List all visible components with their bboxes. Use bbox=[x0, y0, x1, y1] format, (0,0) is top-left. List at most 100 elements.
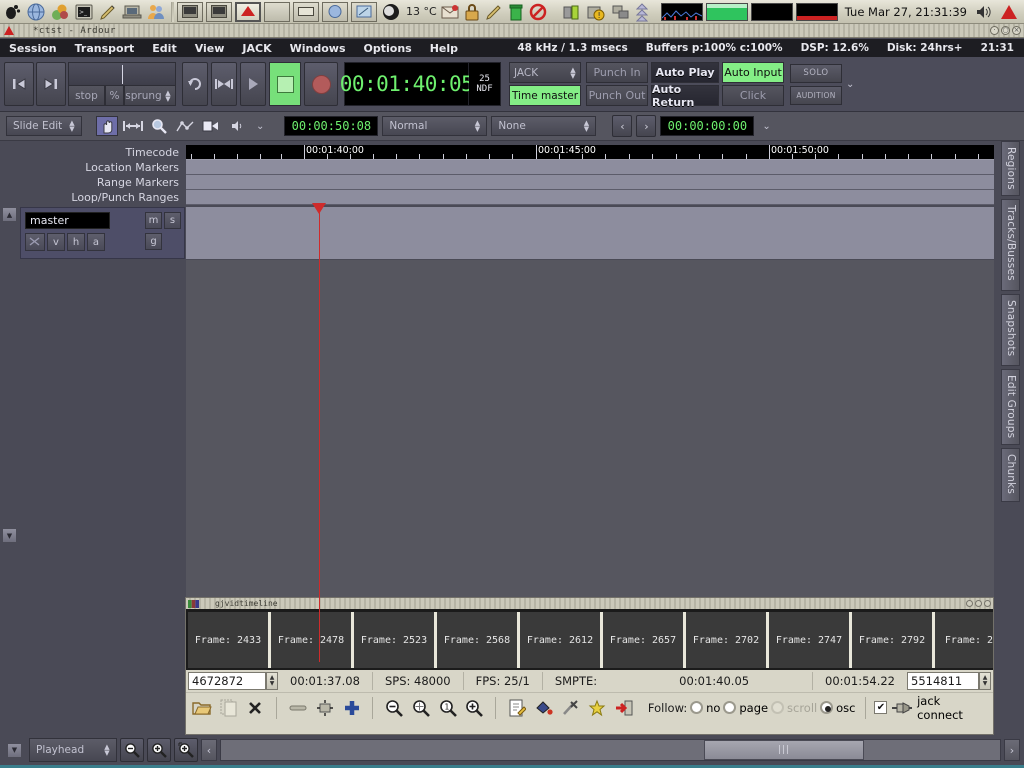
solo-button[interactable]: SOLO bbox=[790, 63, 842, 83]
frame-thumbnail[interactable]: Frame: 2523 bbox=[354, 612, 437, 668]
laptop-icon[interactable] bbox=[122, 2, 144, 22]
timecode-ruler[interactable]: 00:01:40:00 00:01:45:00 00:01:50:00 bbox=[186, 145, 994, 160]
track-group-button[interactable]: g bbox=[145, 233, 162, 250]
play-button[interactable] bbox=[240, 62, 266, 106]
follow-radio-osc[interactable] bbox=[820, 701, 834, 714]
grid-type-spinner[interactable]: ▲ ▼ bbox=[472, 120, 484, 133]
frame-thumbnail[interactable]: Frame: 2612 bbox=[520, 612, 603, 668]
track-header-master[interactable]: master m s v h a g bbox=[20, 207, 185, 259]
track-solo-button[interactable]: s bbox=[164, 212, 181, 229]
auto-play-button[interactable]: Auto Play bbox=[651, 62, 719, 83]
scroll-right-button[interactable]: › bbox=[1004, 739, 1020, 761]
add-icon[interactable] bbox=[340, 696, 364, 720]
delete-icon[interactable] bbox=[243, 696, 267, 720]
follow-option-osc[interactable]: osc bbox=[836, 701, 855, 715]
web-browser-icon[interactable] bbox=[50, 2, 72, 22]
tab-tracks-busses[interactable]: Tracks/Busses bbox=[1001, 199, 1020, 291]
grid-type-selector[interactable]: Normal ▲ ▼ bbox=[382, 116, 488, 136]
track-size-button[interactable] bbox=[25, 233, 45, 251]
foot-logo-icon[interactable] bbox=[2, 2, 24, 22]
loop-punch-ranges-lane[interactable] bbox=[186, 190, 994, 205]
shuttle-units[interactable]: % bbox=[104, 85, 125, 106]
updates-icon[interactable] bbox=[635, 2, 658, 22]
punch-in-button[interactable]: Punch In bbox=[586, 62, 648, 83]
memory-graph[interactable] bbox=[705, 2, 748, 21]
zoom-out-icon[interactable] bbox=[382, 696, 406, 720]
stretch-tool-icon[interactable] bbox=[200, 116, 222, 136]
goto-start-button[interactable] bbox=[4, 62, 34, 106]
lock-icon[interactable] bbox=[462, 2, 484, 22]
click-button[interactable]: Click bbox=[722, 85, 784, 106]
zoom-focus-spinner[interactable]: ▲ ▼ bbox=[102, 744, 114, 757]
tab-chunks[interactable]: Chunks bbox=[1001, 448, 1020, 502]
cpu-graph[interactable] bbox=[660, 2, 703, 21]
network-icon[interactable] bbox=[611, 2, 633, 22]
draw-line-tool-icon[interactable] bbox=[174, 116, 196, 136]
menu-help[interactable]: Help bbox=[421, 42, 467, 55]
tools-icon[interactable] bbox=[559, 696, 583, 720]
zoom-tool-icon[interactable] bbox=[148, 116, 170, 136]
transport-more-chevron-down-icon[interactable]: ⌄ bbox=[842, 79, 858, 90]
sample-position-spinner[interactable]: ▲ ▼ bbox=[266, 672, 278, 690]
ruler-label-range-markers[interactable]: Range Markers bbox=[0, 175, 185, 190]
location-markers-lane[interactable] bbox=[186, 160, 994, 175]
nudge-clock[interactable]: 00:00:00:00 bbox=[660, 116, 755, 136]
window-blank-2[interactable] bbox=[293, 1, 319, 22]
menu-edit[interactable]: Edit bbox=[143, 42, 185, 55]
sync-source-spinner[interactable]: ▲ ▼ bbox=[568, 66, 580, 79]
frame-thumbnail[interactable]: Frame: 2792 bbox=[852, 612, 935, 668]
ruler-label-location-markers[interactable]: Location Markers bbox=[0, 160, 185, 175]
zoom-session-button[interactable] bbox=[174, 738, 198, 762]
video-maximize-button[interactable] bbox=[975, 600, 982, 607]
frame-thumbnail[interactable]: Frame: 2478 bbox=[271, 612, 354, 668]
shuttle-control[interactable]: stop % sprung ▲ ▼ bbox=[68, 62, 176, 106]
audition-button[interactable]: AUDITION bbox=[790, 85, 842, 105]
menu-windows[interactable]: Windows bbox=[281, 42, 355, 55]
disk-graph[interactable] bbox=[795, 2, 838, 21]
follow-radio-page[interactable] bbox=[723, 701, 737, 714]
nudge-backward-button[interactable]: ‹ bbox=[612, 115, 633, 137]
terminal-icon[interactable]: >_ bbox=[74, 2, 96, 22]
menu-jack[interactable]: JACK bbox=[233, 42, 280, 55]
menu-options[interactable]: Options bbox=[355, 42, 421, 55]
track-name-field[interactable]: master bbox=[25, 212, 110, 229]
close-button[interactable]: × bbox=[1012, 26, 1021, 35]
tab-regions[interactable]: Regions bbox=[1001, 141, 1020, 196]
video-minimize-button[interactable] bbox=[966, 600, 973, 607]
warning-icon[interactable]: ! bbox=[586, 2, 608, 22]
zoom-out-button[interactable] bbox=[120, 738, 144, 762]
menu-session[interactable]: Session bbox=[0, 42, 66, 55]
window-blank-1[interactable] bbox=[264, 1, 290, 22]
shuttle-mode-spinner[interactable]: ▲ ▼ bbox=[163, 89, 175, 102]
auto-return-button[interactable]: Auto Return bbox=[651, 83, 719, 109]
nudge-more-chevron-down-icon[interactable]: ⌄ bbox=[758, 121, 774, 132]
remove-icon[interactable] bbox=[286, 696, 310, 720]
ardour-icon[interactable] bbox=[999, 2, 1021, 22]
follow-radio-no[interactable] bbox=[690, 701, 704, 714]
sample-end-spinner[interactable]: ▲ ▼ bbox=[979, 672, 991, 690]
trash-icon[interactable] bbox=[506, 2, 528, 22]
frame-thumbnail[interactable]: Frame: 2568 bbox=[437, 612, 520, 668]
film-strip[interactable]: Frame: 2433 Frame: 2478 Frame: 2523 Fram… bbox=[186, 609, 993, 670]
edit-mode-selector[interactable]: Slide Edit ▲ ▼ bbox=[6, 116, 82, 136]
sample-position-field[interactable]: 4672872 bbox=[188, 672, 266, 690]
nudge-forward-button[interactable]: › bbox=[636, 115, 657, 137]
window-terminal-2[interactable] bbox=[206, 1, 232, 22]
tools-more-chevron-down-icon[interactable]: ⌄ bbox=[252, 121, 268, 132]
scroll-down-button[interactable]: ▼ bbox=[2, 528, 17, 543]
pencil-editor-icon[interactable] bbox=[98, 2, 120, 22]
duplicate-icon[interactable] bbox=[217, 696, 241, 720]
maximize-button[interactable]: ○ bbox=[1001, 26, 1010, 35]
zoom-in-button[interactable] bbox=[147, 738, 171, 762]
audition-tool-icon[interactable] bbox=[226, 116, 248, 136]
primary-clock[interactable]: 00:01:40:05 bbox=[340, 62, 474, 106]
punch-out-button[interactable]: Punch Out bbox=[586, 85, 648, 106]
frame-thumbnail[interactable]: Frame: 2747 bbox=[769, 612, 852, 668]
scroll-left-button[interactable]: ‹ bbox=[201, 739, 217, 761]
menu-view[interactable]: View bbox=[186, 42, 234, 55]
horizontal-scrollbar[interactable]: ||| bbox=[220, 739, 1001, 761]
shuttle-slider[interactable] bbox=[68, 62, 176, 85]
scrollbar-thumb[interactable]: ||| bbox=[703, 740, 864, 760]
color-fill-icon[interactable] bbox=[532, 696, 556, 720]
zoom-100-icon[interactable]: 1 bbox=[436, 696, 460, 720]
